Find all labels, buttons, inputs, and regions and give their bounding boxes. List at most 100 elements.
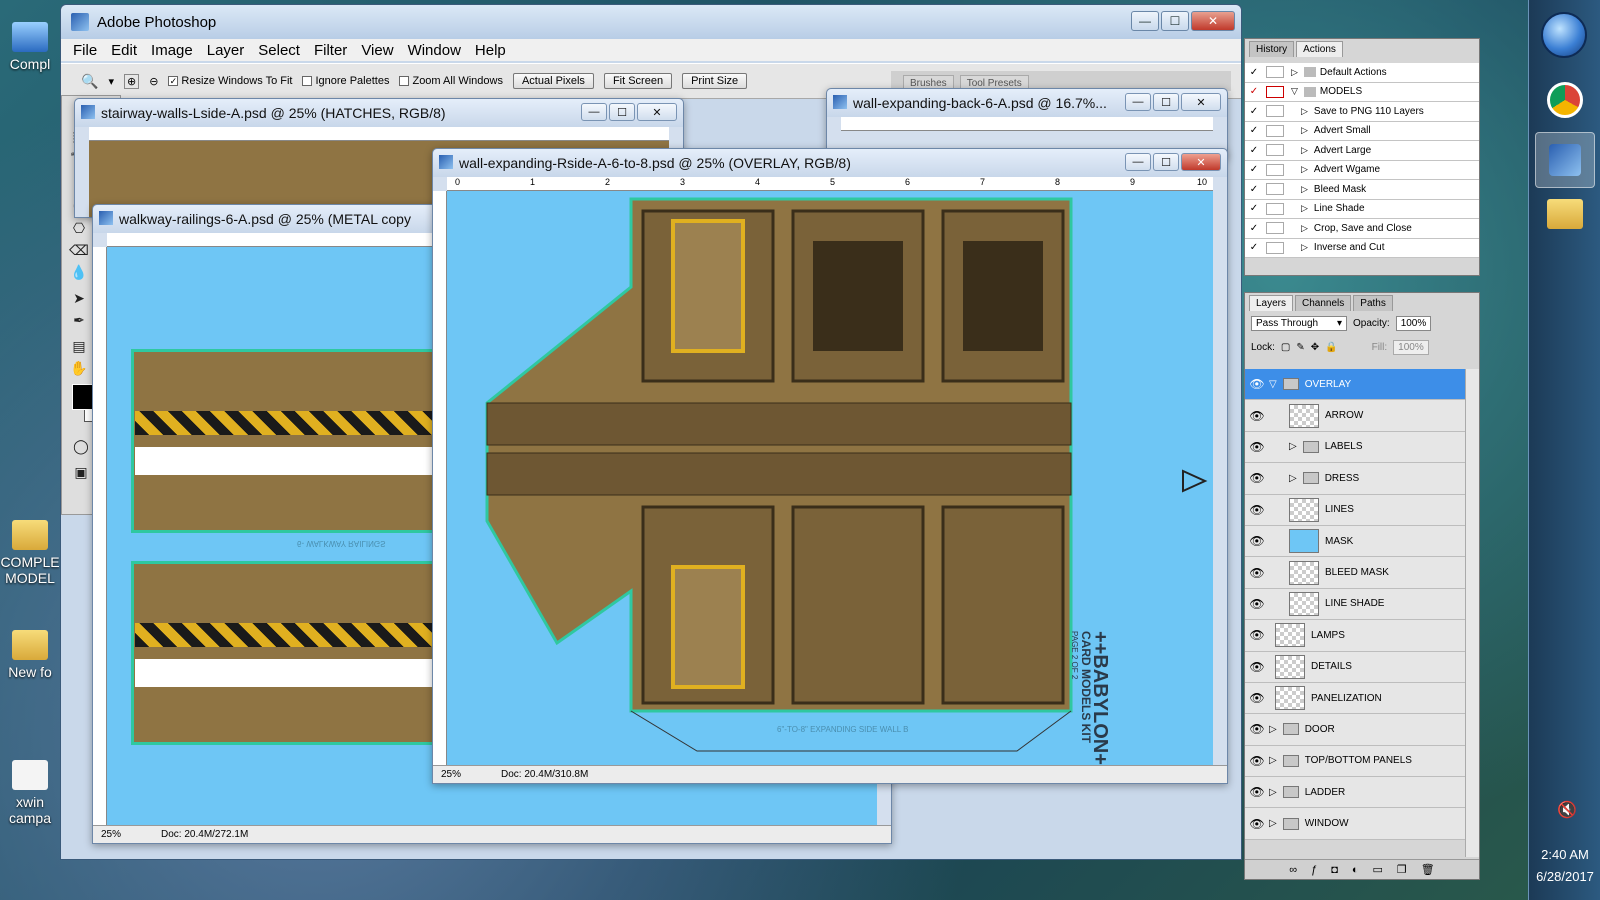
- zoom-all-windows-checkbox[interactable]: Zoom All Windows: [399, 75, 503, 87]
- start-button[interactable]: [1541, 12, 1587, 58]
- layer-row[interactable]: 👁 DETAILS: [1245, 651, 1465, 683]
- check-icon[interactable]: ✓: [1245, 203, 1263, 214]
- action-item[interactable]: ✓ ▷ Line Shade: [1245, 199, 1479, 219]
- layer-row[interactable]: 👁 ▷ LADDER: [1245, 777, 1465, 809]
- tab-channels[interactable]: Channels: [1295, 295, 1352, 311]
- document-canvas[interactable]: ++BABYLON++ CARD MODELS KIT PAGE 2 OF 2 …: [447, 191, 1213, 765]
- lock-position-icon[interactable]: ✥: [1311, 342, 1319, 353]
- chevron-down-icon[interactable]: ▾: [108, 75, 114, 88]
- eye-icon[interactable]: 👁: [1245, 440, 1269, 454]
- close-button[interactable]: ✕: [1181, 93, 1221, 111]
- fill-input[interactable]: 100%: [1393, 339, 1429, 355]
- layers-scrollbar[interactable]: [1465, 369, 1479, 857]
- doc-size[interactable]: Doc: 20.4M/272.1M: [161, 829, 248, 840]
- dialog-toggle[interactable]: [1266, 144, 1284, 157]
- dialog-toggle[interactable]: [1266, 85, 1284, 98]
- new-layer-icon[interactable]: ❐: [1397, 863, 1407, 876]
- menu-layer[interactable]: Layer: [207, 42, 245, 59]
- eye-icon[interactable]: 👁: [1245, 691, 1269, 705]
- expand-arrow-icon[interactable]: ▷: [1269, 724, 1277, 735]
- check-icon[interactable]: ✓: [1245, 242, 1263, 253]
- document-window-expanding-rside[interactable]: wall-expanding-Rside-A-6-to-8.psd @ 25% …: [432, 148, 1228, 784]
- trash-icon[interactable]: 🗑: [1421, 863, 1435, 876]
- minimize-button[interactable]: —: [1125, 153, 1151, 171]
- eye-icon[interactable]: 👁: [1245, 409, 1269, 423]
- tray-date[interactable]: 6/28/2017: [1529, 869, 1600, 884]
- layer-row-overlay[interactable]: 👁 ▽ OVERLAY: [1245, 369, 1465, 401]
- expand-arrow-icon[interactable]: ▷: [1289, 473, 1297, 484]
- check-icon[interactable]: ✓: [1245, 125, 1263, 136]
- link-layers-icon[interactable]: ∞: [1289, 864, 1297, 876]
- expand-arrow-icon[interactable]: ▷: [1269, 787, 1277, 798]
- clone-stamp-icon[interactable]: ⎔: [68, 218, 90, 238]
- expand-arrow-icon[interactable]: ▷: [1301, 164, 1308, 175]
- zoom-out-icon[interactable]: ⊖: [149, 75, 158, 88]
- menu-image[interactable]: Image: [151, 42, 193, 59]
- lock-transparency-icon[interactable]: ▢: [1281, 342, 1290, 353]
- dialog-toggle[interactable]: [1266, 105, 1284, 118]
- blend-mode-select[interactable]: Pass Through ▾: [1251, 315, 1347, 331]
- chrome-taskbar-button[interactable]: [1535, 72, 1595, 128]
- desktop-icon-new-folder[interactable]: New fo: [0, 630, 60, 680]
- action-item[interactable]: ✓ ▷ Inverse and Cut: [1245, 238, 1479, 258]
- minimize-button[interactable]: —: [581, 103, 607, 121]
- eye-icon[interactable]: 👁: [1245, 817, 1269, 831]
- document-titlebar[interactable]: stairway-walls-Lside-A.psd @ 25% (HATCHE…: [75, 99, 683, 127]
- notes-tool-icon[interactable]: ▤: [68, 336, 90, 356]
- collapse-arrow-icon[interactable]: ▽: [1269, 379, 1277, 390]
- expand-arrow-icon[interactable]: ▷: [1301, 125, 1308, 136]
- volume-mute-icon[interactable]: 🔇: [1557, 800, 1577, 820]
- eye-icon[interactable]: 👁: [1245, 660, 1269, 674]
- add-mask-icon[interactable]: ◘: [1331, 864, 1338, 876]
- dialog-toggle[interactable]: [1266, 183, 1284, 196]
- maximize-button[interactable]: ☐: [1153, 153, 1179, 171]
- check-icon[interactable]: ✓: [1245, 145, 1263, 156]
- lock-pixels-icon[interactable]: ✎: [1296, 342, 1304, 353]
- action-item[interactable]: ✓ ▷ Advert Large: [1245, 141, 1479, 161]
- eraser-tool-icon[interactable]: ⌫: [68, 240, 90, 260]
- lock-all-icon[interactable]: 🔒: [1325, 342, 1337, 353]
- tab-layers[interactable]: Layers: [1249, 295, 1294, 311]
- ignore-palettes-checkbox[interactable]: Ignore Palettes: [302, 75, 389, 87]
- menu-file[interactable]: File: [73, 42, 97, 59]
- action-item[interactable]: ✓ ▷ Save to PNG 110 Layers: [1245, 102, 1479, 122]
- eye-icon[interactable]: 👁: [1245, 785, 1269, 799]
- layer-row[interactable]: 👁 PANELIZATION: [1245, 682, 1465, 715]
- menu-select[interactable]: Select: [258, 42, 300, 59]
- desktop-icon-xwing[interactable]: xwin campa: [0, 760, 60, 826]
- tray-time[interactable]: 2:40 AM: [1529, 847, 1600, 862]
- layer-style-icon[interactable]: ƒ: [1311, 864, 1317, 876]
- document-titlebar[interactable]: wall-expanding-Rside-A-6-to-8.psd @ 25% …: [433, 149, 1227, 177]
- layer-row[interactable]: 👁 ▷ DOOR: [1245, 714, 1465, 746]
- layer-row[interactable]: 👁 MASK: [1245, 525, 1465, 558]
- document-titlebar[interactable]: wall-expanding-back-6-A.psd @ 16.7%... —…: [827, 89, 1227, 117]
- actual-pixels-button[interactable]: Actual Pixels: [512, 73, 594, 89]
- minimize-button[interactable]: —: [1131, 11, 1159, 31]
- screen-mode-icon[interactable]: ▣: [70, 462, 92, 482]
- dialog-toggle[interactable]: [1266, 124, 1284, 137]
- layer-row[interactable]: 👁 LINES: [1245, 494, 1465, 526]
- dialog-toggle[interactable]: [1266, 163, 1284, 176]
- dialog-toggle[interactable]: [1266, 202, 1284, 215]
- action-item[interactable]: ✓ ▷ Crop, Save and Close: [1245, 219, 1479, 239]
- resize-windows-checkbox[interactable]: ✓ Resize Windows To Fit: [168, 75, 292, 87]
- eye-icon[interactable]: 👁: [1245, 377, 1269, 391]
- close-button[interactable]: ✕: [637, 103, 677, 121]
- quick-mask-icon[interactable]: ◯: [70, 436, 92, 456]
- print-size-button[interactable]: Print Size: [682, 73, 748, 89]
- desktop-icon-complete-model[interactable]: COMPLE MODEL: [0, 520, 60, 586]
- eye-icon[interactable]: 👁: [1245, 503, 1269, 517]
- expand-arrow-icon[interactable]: ▷: [1301, 242, 1308, 253]
- close-button[interactable]: ✕: [1191, 11, 1235, 31]
- minimize-button[interactable]: —: [1125, 93, 1151, 111]
- expand-arrow-icon[interactable]: ▷: [1301, 203, 1308, 214]
- layer-row[interactable]: 👁 ▷ TOP/BOTTOM PANELS: [1245, 745, 1465, 778]
- eye-icon[interactable]: 👁: [1245, 628, 1269, 642]
- menu-edit[interactable]: Edit: [111, 42, 137, 59]
- expand-arrow-icon[interactable]: ▷: [1301, 223, 1308, 234]
- expand-arrow-icon[interactable]: ▷: [1269, 755, 1277, 766]
- dialog-toggle[interactable]: [1266, 66, 1284, 79]
- maximize-button[interactable]: ☐: [609, 103, 635, 121]
- check-icon[interactable]: ✓: [1245, 164, 1263, 175]
- tab-paths[interactable]: Paths: [1353, 295, 1393, 311]
